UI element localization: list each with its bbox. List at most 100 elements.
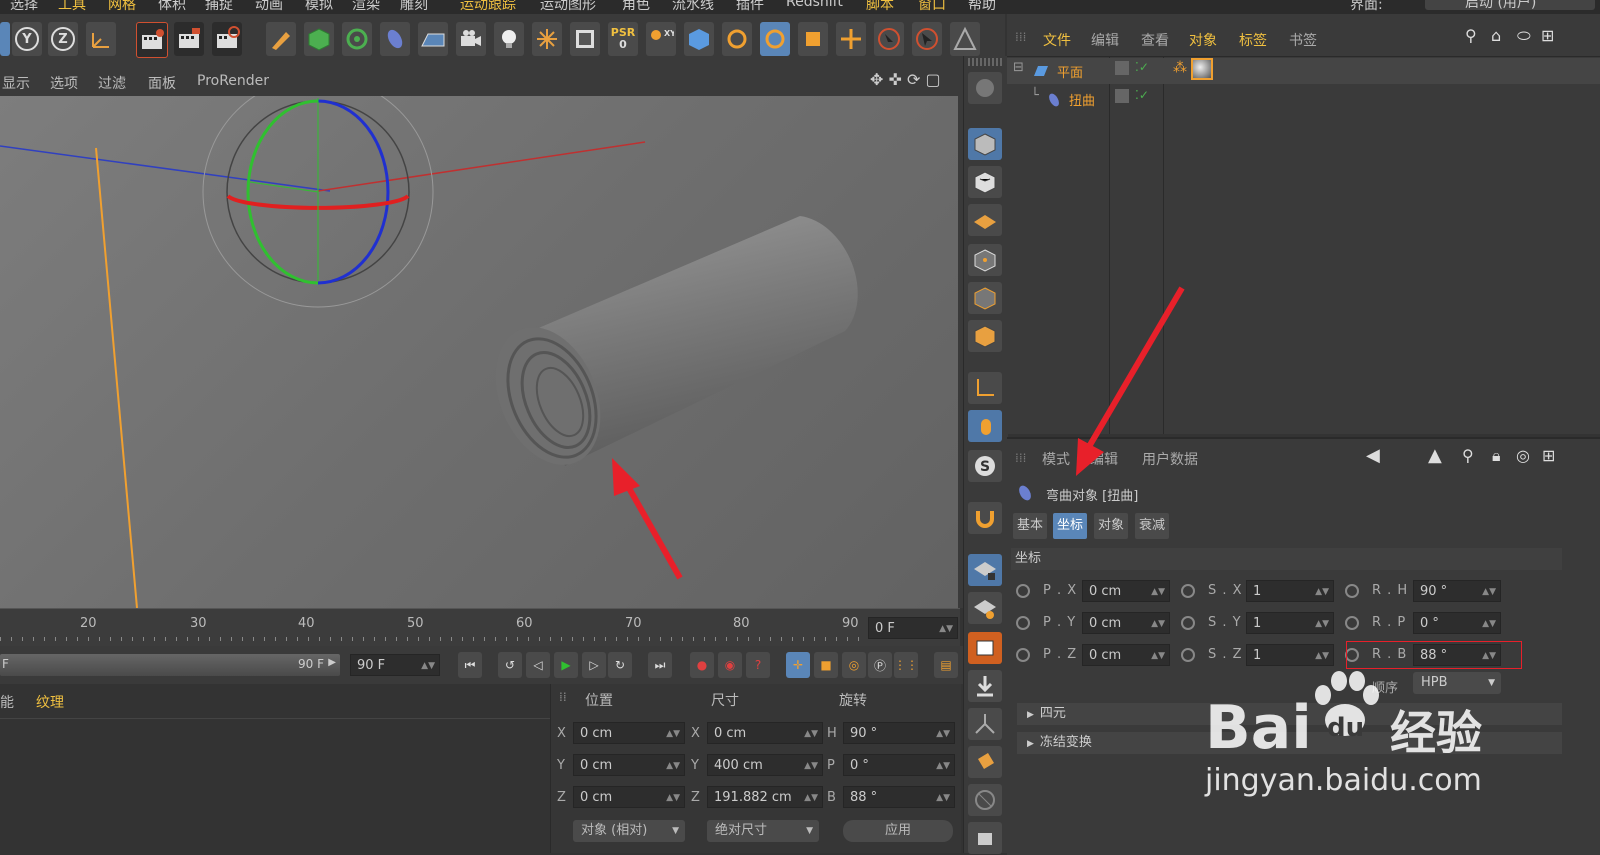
material-menu-function[interactable]: 能: [0, 692, 14, 712]
frame-range-slider[interactable]: F 90 F ▶: [0, 654, 340, 676]
key-param-icon[interactable]: Ⓟ: [868, 652, 892, 678]
key-rotation-icon[interactable]: ◎: [842, 652, 866, 678]
rot-b-field[interactable]: 88 ° ▲▼: [843, 786, 955, 808]
sx-anim-radio[interactable]: [1181, 584, 1195, 598]
pz-anim-radio[interactable]: [1016, 648, 1030, 662]
rh-field[interactable]: 90 ° ▲▼: [1413, 580, 1501, 602]
size-z-field[interactable]: 191.882 cm ▲▼: [707, 786, 823, 808]
material-tag-icon[interactable]: [1191, 58, 1213, 80]
rp-field[interactable]: 0 ° ▲▼: [1413, 612, 1501, 634]
size-y-field[interactable]: 400 cm ▲▼: [707, 754, 823, 776]
menu-script[interactable]: 脚本: [866, 0, 894, 14]
axis-mode-icon[interactable]: [968, 372, 1002, 404]
snap-magnet-icon[interactable]: [968, 502, 1002, 534]
editor-visibility-icon[interactable]: [1115, 61, 1129, 75]
sx-field[interactable]: 1 ▲▼: [1246, 580, 1334, 602]
tree-expand-icon[interactable]: ⊟: [1013, 60, 1024, 75]
om-menu-view[interactable]: 查看: [1141, 30, 1169, 50]
rotate-icon[interactable]: [722, 22, 752, 56]
search-icon[interactable]: ⚲: [1462, 446, 1474, 465]
record-key-icon[interactable]: ●: [690, 652, 714, 678]
apply-button[interactable]: 应用: [843, 820, 953, 842]
om-menu-bookmarks[interactable]: 书签: [1289, 30, 1317, 50]
prev-frame-icon[interactable]: ◁: [526, 652, 550, 678]
tab-falloff[interactable]: 衰减: [1135, 513, 1170, 539]
axis-lock-icon[interactable]: XYZ: [646, 22, 676, 56]
download-icon[interactable]: [968, 670, 1002, 702]
lock-icon[interactable]: 🔒︎: [1492, 446, 1501, 466]
om-menu-objects[interactable]: 对象: [1189, 30, 1217, 50]
object-row-plane[interactable]: ⊟ 平面 ⁚✓ ⁂: [1007, 58, 1600, 84]
size-mode-dropdown[interactable]: 绝对尺寸 ▼: [707, 820, 819, 842]
points-mode-icon[interactable]: [968, 244, 1002, 276]
rh-anim-radio[interactable]: [1345, 584, 1359, 598]
camera-icon[interactable]: [456, 22, 486, 56]
home-icon[interactable]: ⌂: [1491, 26, 1501, 45]
enabled-check-icon[interactable]: ⁚✓: [1135, 60, 1149, 74]
next-key-icon[interactable]: ↻: [608, 652, 632, 678]
vp-menu-options[interactable]: 选项: [50, 73, 78, 93]
menu-motion-tracking[interactable]: 运动跟踪: [460, 0, 516, 14]
play-icon[interactable]: ▶: [554, 652, 578, 678]
layout-dropdown[interactable]: 启动 (用户): [1425, 0, 1595, 11]
menu-render[interactable]: 渲染: [352, 0, 380, 14]
grid-snap-icon[interactable]: [968, 592, 1002, 624]
pos-y-field[interactable]: 0 cm ▲▼: [573, 754, 685, 776]
workplane-lock-icon[interactable]: [968, 554, 1002, 586]
generator-icon[interactable]: [342, 22, 372, 56]
cube-icon[interactable]: [684, 22, 714, 56]
pz-field[interactable]: 0 cm ▲▼: [1082, 644, 1170, 666]
new-window-icon[interactable]: ⊞: [1542, 446, 1555, 465]
viewport-nav-icons[interactable]: ✥ ✜ ⟳ ▢: [870, 70, 941, 89]
menu-redshift[interactable]: Redshift: [786, 0, 843, 10]
tab-object[interactable]: 对象: [1094, 513, 1129, 539]
menu-character[interactable]: 角色: [622, 0, 650, 14]
pen-icon[interactable]: [266, 22, 296, 56]
floor-icon[interactable]: [418, 22, 448, 56]
prev-key-icon[interactable]: ↺: [498, 652, 522, 678]
axis-y-button[interactable]: Y: [12, 22, 42, 56]
sculpt-icon[interactable]: [968, 784, 1002, 816]
menu-volume[interactable]: 体积: [158, 0, 186, 14]
rotate-active-icon[interactable]: [760, 22, 790, 56]
vp-menu-panel[interactable]: 面板: [148, 73, 176, 93]
om-menu-tags[interactable]: 标签: [1239, 30, 1267, 50]
more-tools-icon[interactable]: [968, 822, 1002, 854]
menu-mograph[interactable]: 运动图形: [540, 0, 596, 14]
key-scale-icon[interactable]: ■: [814, 652, 838, 678]
deformer-icon[interactable]: [380, 22, 410, 56]
material-menu-texture[interactable]: 纹理: [36, 692, 64, 712]
xray-icon[interactable]: [950, 22, 980, 56]
timeline-ruler[interactable]: 20 30 40 50 60 70 80 90 0 F ▲▼: [0, 608, 960, 647]
target-icon[interactable]: ◎: [1516, 446, 1530, 465]
py-field[interactable]: 0 cm ▲▼: [1082, 612, 1170, 634]
joint-icon[interactable]: [968, 708, 1002, 740]
workplane-icon[interactable]: [968, 204, 1002, 236]
px-field[interactable]: 0 cm ▲▼: [1082, 580, 1170, 602]
end-frame-field[interactable]: 90 F ▲▼: [350, 654, 440, 676]
om-menu-file[interactable]: 文件: [1043, 30, 1071, 50]
object-mode-icon[interactable]: [968, 128, 1002, 160]
texture-mode-icon[interactable]: [968, 166, 1002, 198]
current-frame-field[interactable]: 0 F ▲▼: [868, 617, 958, 639]
view-icon[interactable]: ⬭: [1517, 26, 1531, 46]
render-view-icon[interactable]: [136, 22, 168, 58]
key-pla-icon[interactable]: ⋮⋮: [894, 652, 918, 678]
sz-anim-radio[interactable]: [1181, 648, 1195, 662]
goto-start-icon[interactable]: ⏮: [458, 652, 482, 678]
edges-mode-icon[interactable]: [968, 282, 1002, 314]
up-arrow-icon[interactable]: ▲: [1428, 445, 1442, 466]
size-x-field[interactable]: 0 cm ▲▼: [707, 722, 823, 744]
pos-x-field[interactable]: 0 cm ▲▼: [573, 722, 685, 744]
menu-snap[interactable]: 捕捉: [205, 0, 233, 14]
enabled-check-icon[interactable]: ⁚✓: [1135, 88, 1149, 102]
tab-basic[interactable]: 基本: [1013, 513, 1048, 539]
sy-field[interactable]: 1 ▲▼: [1246, 612, 1334, 634]
vp-menu-prorender[interactable]: ProRender: [197, 73, 269, 89]
menu-select[interactable]: 选择: [10, 0, 38, 14]
menu-animate[interactable]: 动画: [255, 0, 283, 14]
scale-icon[interactable]: [798, 22, 828, 56]
render-region-icon[interactable]: [968, 632, 1002, 664]
search-icon[interactable]: ⚲: [1465, 26, 1477, 45]
picture-icon[interactable]: [570, 22, 600, 56]
